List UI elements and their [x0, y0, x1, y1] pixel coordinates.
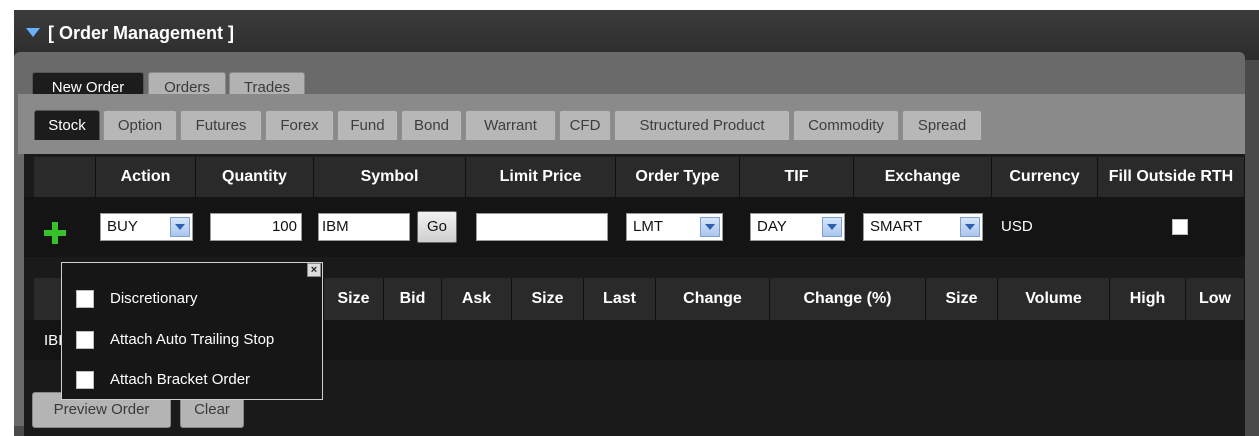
chevron-down-icon[interactable] [700, 217, 720, 237]
attach-bracket-order-label: Attach Bracket Order [110, 371, 251, 388]
collapse-triangle-icon[interactable] [26, 28, 40, 37]
col-header-quantity: Quantity [196, 157, 314, 197]
limit-price-input[interactable] [476, 213, 608, 241]
attach-bracket-order-checkbox[interactable] [76, 371, 94, 389]
col-header-change: Change [656, 278, 770, 320]
discretionary-checkbox[interactable] [76, 290, 94, 308]
col-header-tif: TIF [740, 157, 854, 197]
col-header-high: High [1110, 278, 1186, 320]
tab-structured-product[interactable]: Structured Product [614, 110, 790, 140]
col-header-bid: Bid [384, 278, 442, 320]
quantity-input[interactable]: 100 [210, 213, 302, 241]
col-header-size-3: Size [926, 278, 998, 320]
go-button[interactable]: Go [417, 211, 457, 243]
col-header-last: Last [584, 278, 656, 320]
add-order-plus-icon[interactable] [44, 222, 66, 244]
tab-commodity[interactable]: Commodity [793, 110, 899, 140]
tif-value: DAY [757, 218, 787, 235]
tab-option[interactable]: Option [103, 110, 177, 140]
discretionary-label: Discretionary [110, 290, 198, 307]
order-type-select[interactable]: LMT [626, 213, 723, 241]
tab-forex[interactable]: Forex [265, 110, 334, 140]
tab-fund[interactable]: Fund [337, 110, 398, 140]
close-icon[interactable]: × [307, 263, 321, 277]
col-header-size-1: Size [324, 278, 384, 320]
fill-outside-rth-checkbox[interactable] [1172, 219, 1188, 235]
col-header-fill-outside-rth: Fill Outside RTH [1098, 157, 1245, 197]
exchange-value: SMART [870, 218, 923, 235]
col-header-symbol: Symbol [314, 157, 466, 197]
attach-auto-trailing-stop-checkbox[interactable] [76, 331, 94, 349]
col-header-volume: Volume [998, 278, 1110, 320]
order-type-value: LMT [633, 218, 663, 235]
tif-select[interactable]: DAY [750, 213, 845, 241]
exchange-select[interactable]: SMART [863, 213, 983, 241]
quote-symbol-partial: IBI [44, 332, 63, 349]
action-value: BUY [107, 218, 138, 235]
attach-auto-trailing-stop-label: Attach Auto Trailing Stop [110, 331, 275, 348]
col-header-change-pct: Change (%) [770, 278, 926, 320]
chevron-down-icon[interactable] [960, 217, 980, 237]
tab-warrant[interactable]: Warrant [465, 110, 556, 140]
tab-spread[interactable]: Spread [902, 110, 982, 140]
tab-cfd[interactable]: CFD [559, 110, 611, 140]
chevron-down-icon[interactable] [170, 217, 190, 237]
col-header-limit-price: Limit Price [466, 157, 616, 197]
chevron-down-icon[interactable] [822, 217, 842, 237]
col-header-action: Action [96, 157, 196, 197]
col-header-low: Low [1186, 278, 1245, 320]
action-select[interactable]: BUY [100, 213, 193, 241]
order-header-blank [34, 157, 96, 197]
tab-stock[interactable]: Stock [34, 110, 100, 140]
currency-value: USD [1001, 218, 1033, 235]
col-header-ask: Ask [442, 278, 512, 320]
tab-futures[interactable]: Futures [180, 110, 262, 140]
tab-bond[interactable]: Bond [401, 110, 462, 140]
col-header-size-2: Size [512, 278, 584, 320]
col-header-exchange: Exchange [854, 157, 992, 197]
col-header-currency: Currency [992, 157, 1098, 197]
col-header-order-type: Order Type [616, 157, 740, 197]
window-title: [ Order Management ] [48, 23, 235, 43]
symbol-input[interactable]: IBM [318, 213, 410, 241]
